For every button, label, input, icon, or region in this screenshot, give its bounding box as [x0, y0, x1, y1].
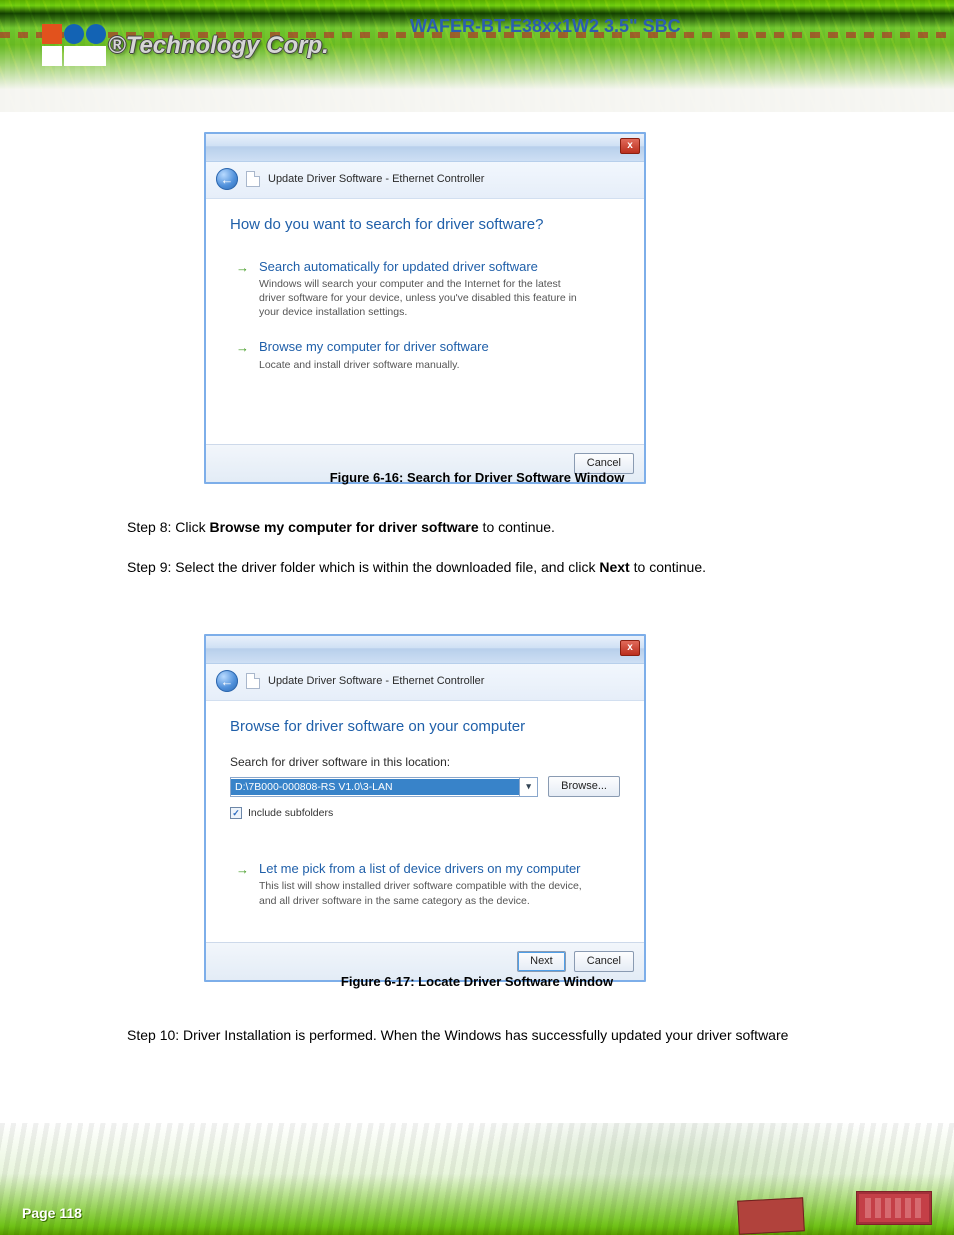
- breadcrumb-text: Update Driver Software - Ethernet Contro…: [268, 676, 484, 687]
- checkmark-icon: ✓: [230, 807, 242, 819]
- close-icon[interactable]: x: [620, 640, 640, 656]
- arrow-icon: →: [236, 863, 249, 908]
- step9-post: to continue.: [630, 559, 706, 575]
- include-subfolders-checkbox[interactable]: ✓ Include subfolders: [230, 807, 620, 819]
- option-title: Let me pick from a list of device driver…: [259, 861, 589, 877]
- brand-text: ®Technology Corp.: [108, 34, 329, 58]
- option-desc: Locate and install driver software manua…: [259, 358, 489, 372]
- cancel-button[interactable]: Cancel: [574, 951, 634, 972]
- option-title: Browse my computer for driver software: [259, 339, 489, 355]
- doc-title: WAFER-BT-E38xx1W2 3.5" SBC: [410, 16, 930, 38]
- path-input[interactable]: [231, 779, 519, 795]
- doc-icon: [246, 171, 260, 187]
- arrow-icon: →: [236, 341, 249, 371]
- step9-pre: Step 9: Select the driver folder which i…: [127, 559, 599, 575]
- step8-pre: Step 8: Click: [127, 519, 209, 535]
- page-number: Page 118: [22, 1205, 82, 1221]
- breadcrumb: Update Driver Software - Ethernet Contro…: [206, 664, 644, 701]
- step9-bold: Next: [599, 559, 629, 575]
- dialog-heading: How do you want to search for driver sof…: [230, 215, 620, 235]
- back-icon[interactable]: [216, 670, 238, 692]
- chip-graphic-icon: [856, 1191, 932, 1225]
- option-search-auto[interactable]: → Search automatically for updated drive…: [230, 253, 620, 334]
- breadcrumb: Update Driver Software - Ethernet Contro…: [206, 162, 644, 199]
- option-desc: Windows will search your computer and th…: [259, 277, 589, 320]
- dialog-search-method: x Update Driver Software - Ethernet Cont…: [204, 132, 646, 484]
- titlebar: x: [206, 134, 644, 162]
- browse-button[interactable]: Browse...: [548, 776, 620, 797]
- brand-logo: ®Technology Corp.: [42, 24, 329, 68]
- step8-post: to continue.: [479, 519, 555, 535]
- logo-mark-icon: [42, 24, 98, 68]
- option-title: Search automatically for updated driver …: [259, 259, 589, 275]
- figure-caption-1: Figure 6-16: Search for Driver Software …: [0, 470, 954, 487]
- step8-bold: Browse my computer for driver software: [209, 519, 478, 535]
- doc-icon: [246, 673, 260, 689]
- path-combobox[interactable]: ▾: [230, 777, 538, 797]
- include-subfolders-label: Include subfolders: [248, 807, 333, 819]
- option-desc: This list will show installed driver sof…: [259, 879, 589, 907]
- back-icon[interactable]: [216, 168, 238, 190]
- next-button[interactable]: Next: [517, 951, 566, 972]
- step-8: Step 8: Click Browse my computer for dri…: [127, 516, 887, 538]
- option-browse-computer[interactable]: → Browse my computer for driver software…: [230, 333, 620, 431]
- close-icon[interactable]: x: [620, 138, 640, 154]
- chip-graphic-icon: [737, 1197, 805, 1234]
- search-location-label: Search for driver software in this locat…: [230, 755, 620, 771]
- step-10: Step 10: Driver Installation is performe…: [127, 1024, 887, 1046]
- footer-banner: Page 118: [0, 1123, 954, 1235]
- chevron-down-icon[interactable]: ▾: [519, 778, 537, 796]
- step-9: Step 9: Select the driver folder which i…: [127, 556, 887, 578]
- figure-caption-2: Figure 6-17: Locate Driver Software Wind…: [0, 974, 954, 991]
- dialog-browse-location: x Update Driver Software - Ethernet Cont…: [204, 634, 646, 982]
- arrow-icon: →: [236, 261, 249, 320]
- breadcrumb-text: Update Driver Software - Ethernet Contro…: [268, 174, 484, 185]
- option-pick-from-list[interactable]: → Let me pick from a list of device driv…: [230, 855, 620, 930]
- dialog-heading: Browse for driver software on your compu…: [230, 717, 620, 737]
- titlebar: x: [206, 636, 644, 664]
